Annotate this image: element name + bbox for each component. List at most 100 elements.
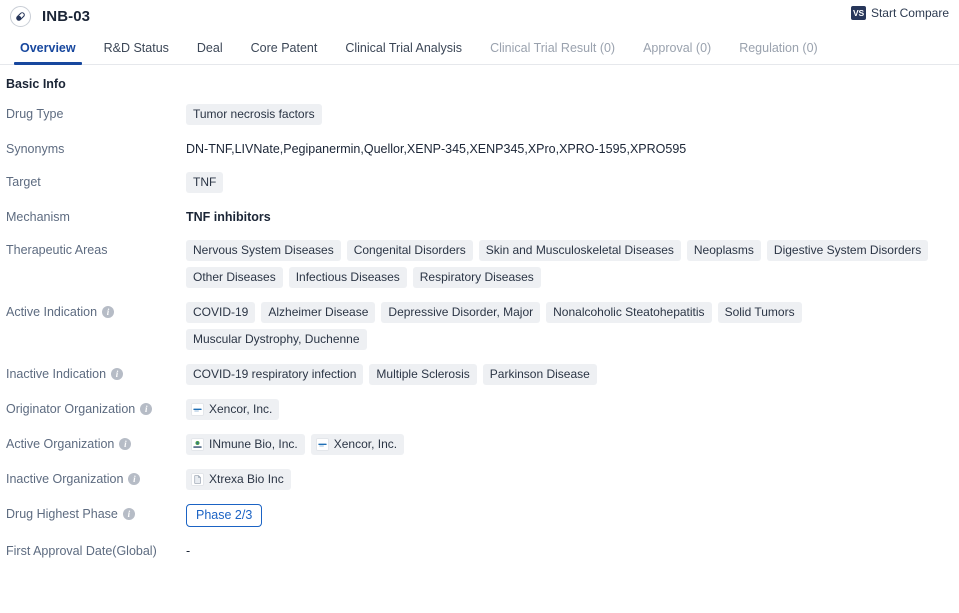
row-inactive-indication: Inactive Indication i COVID-19 respirato… bbox=[0, 363, 959, 385]
tag-item[interactable]: Tumor necrosis factors bbox=[186, 104, 322, 125]
tag-item[interactable]: Parkinson Disease bbox=[482, 364, 597, 385]
tab-regulation[interactable]: Regulation (0) bbox=[725, 41, 832, 64]
row-label-text: Originator Organization bbox=[6, 402, 136, 416]
row-label-therapeutic-areas: Therapeutic Areas bbox=[6, 239, 186, 258]
row-target: Target TNF bbox=[0, 171, 959, 193]
row-label-originator-organization: Originator Organization i bbox=[6, 398, 186, 417]
tag-item[interactable]: Alzheimer Disease bbox=[261, 302, 376, 323]
row-value-first-approval-date: - bbox=[186, 544, 191, 558]
tab-deal[interactable]: Deal bbox=[183, 41, 237, 64]
info-icon[interactable]: i bbox=[122, 508, 135, 520]
row-label-target: Target bbox=[6, 171, 186, 190]
info-icon[interactable]: i bbox=[111, 368, 124, 380]
row-label-text: Inactive Indication bbox=[6, 367, 107, 381]
row-label-text: Drug Highest Phase bbox=[6, 507, 118, 521]
tab-rd-status[interactable]: R&D Status bbox=[90, 41, 183, 64]
section-title-basic-info: Basic Info bbox=[6, 77, 66, 91]
org-name: Xencor, Inc. bbox=[333, 437, 398, 451]
overview-content: Basic Info Drug Type Tumor necrosis fact… bbox=[0, 65, 959, 560]
info-icon[interactable]: i bbox=[119, 438, 132, 450]
row-label-first-approval-date: First Approval Date(Global) bbox=[6, 540, 186, 559]
row-active-organization: Active Organization i INmune Bio, Inc. X… bbox=[0, 433, 959, 455]
vs-icon: VS bbox=[850, 6, 866, 20]
tag-item[interactable]: Muscular Dystrophy, Duchenne bbox=[186, 329, 367, 350]
xtrexa-bio-logo-icon bbox=[191, 472, 204, 486]
org-name: Xencor, Inc. bbox=[209, 402, 273, 416]
row-value-mechanism: TNF inhibitors bbox=[186, 210, 271, 224]
tag-item[interactable]: COVID-19 respiratory infection bbox=[186, 364, 364, 385]
tab-clinical-trial-result[interactable]: Clinical Trial Result (0) bbox=[476, 41, 629, 64]
row-label-mechanism: Mechanism bbox=[6, 206, 186, 225]
tag-item[interactable]: Depressive Disorder, Major bbox=[381, 302, 541, 323]
row-label-inactive-organization: Inactive Organization i bbox=[6, 468, 186, 487]
org-name: Xtrexa Bio Inc bbox=[209, 472, 284, 486]
tag-item[interactable]: Skin and Musculoskeletal Diseases bbox=[478, 240, 681, 261]
tag-item[interactable]: Digestive System Disorders bbox=[766, 240, 929, 261]
org-tag-item[interactable]: Xtrexa Bio Inc bbox=[186, 469, 291, 490]
row-mechanism: Mechanism TNF inhibitors bbox=[0, 206, 959, 226]
row-value-inactive-indication: COVID-19 respiratory infection Multiple … bbox=[186, 363, 959, 385]
row-drug-type: Drug Type Tumor necrosis factors bbox=[0, 103, 959, 125]
row-label-text: Synonyms bbox=[6, 142, 65, 156]
tag-item[interactable]: COVID-19 bbox=[186, 302, 256, 323]
start-compare-button[interactable]: VS Start Compare bbox=[850, 6, 949, 20]
row-label-text: Inactive Organization bbox=[6, 472, 124, 486]
tag-item[interactable]: Other Diseases bbox=[186, 267, 283, 288]
row-label-text: Active Indication bbox=[6, 305, 98, 319]
tag-item[interactable]: Nonalcoholic Steatohepatitis bbox=[546, 302, 712, 323]
row-label-active-indication: Active Indication i bbox=[6, 301, 186, 320]
row-value-active-organization: INmune Bio, Inc. Xencor, Inc. bbox=[186, 433, 959, 455]
tab-approval[interactable]: Approval (0) bbox=[629, 41, 725, 64]
org-tag-item[interactable]: Xencor, Inc. bbox=[186, 399, 280, 420]
row-drug-highest-phase: Drug Highest Phase i Phase 2/3 bbox=[0, 503, 959, 527]
row-value-target: TNF bbox=[186, 171, 959, 193]
row-active-indication: Active Indication i COVID-19 Alzheimer D… bbox=[0, 301, 959, 350]
tag-item[interactable]: Respiratory Diseases bbox=[412, 267, 541, 288]
row-therapeutic-areas: Therapeutic Areas Nervous System Disease… bbox=[0, 239, 959, 288]
xencor-logo-icon bbox=[191, 402, 204, 416]
start-compare-label: Start Compare bbox=[870, 6, 949, 20]
page-header: INB-03 VS Start Compare bbox=[0, 0, 959, 33]
row-label-synonyms: Synonyms bbox=[6, 138, 186, 157]
info-icon[interactable]: i bbox=[140, 403, 153, 415]
tag-item[interactable]: Nervous System Diseases bbox=[186, 240, 341, 261]
tab-clinical-trial-analysis[interactable]: Clinical Trial Analysis bbox=[331, 41, 476, 64]
org-tag-item[interactable]: INmune Bio, Inc. bbox=[186, 434, 305, 455]
row-label-active-organization: Active Organization i bbox=[6, 433, 186, 452]
row-label-text: Target bbox=[6, 175, 41, 189]
xencor-logo-icon bbox=[315, 437, 329, 451]
tag-item[interactable]: Neoplasms bbox=[686, 240, 761, 261]
row-value-drug-highest-phase: Phase 2/3 bbox=[186, 503, 959, 527]
row-label-text: Therapeutic Areas bbox=[6, 243, 108, 257]
row-value-originator-organization: Xencor, Inc. bbox=[186, 398, 959, 420]
tag-item[interactable]: Infectious Diseases bbox=[288, 267, 407, 288]
row-label-text: Mechanism bbox=[6, 210, 70, 224]
row-value-inactive-organization: Xtrexa Bio Inc bbox=[186, 468, 959, 490]
info-icon[interactable]: i bbox=[102, 306, 115, 318]
pill-capsule-icon bbox=[10, 6, 31, 27]
row-first-approval-date: First Approval Date(Global) - bbox=[0, 540, 959, 560]
row-label-text: First Approval Date(Global) bbox=[6, 544, 157, 558]
org-name: INmune Bio, Inc. bbox=[209, 437, 298, 451]
tag-item[interactable]: Multiple Sclerosis bbox=[369, 364, 477, 385]
tab-core-patent[interactable]: Core Patent bbox=[237, 41, 332, 64]
tab-overview[interactable]: Overview bbox=[6, 41, 90, 65]
row-synonyms: Synonyms DN-TNF,LIVNate,Pegipanermin,Que… bbox=[0, 138, 959, 158]
tag-item[interactable]: Congenital Disorders bbox=[346, 240, 473, 261]
row-label-drug-highest-phase: Drug Highest Phase i bbox=[6, 503, 186, 522]
org-tag-item[interactable]: Xencor, Inc. bbox=[310, 434, 405, 455]
info-icon[interactable]: i bbox=[128, 473, 141, 485]
tab-bar: Overview R&D Status Deal Core Patent Cli… bbox=[0, 33, 959, 65]
inmune-bio-logo-icon bbox=[191, 437, 204, 451]
row-originator-organization: Originator Organization i Xencor, Inc. bbox=[0, 398, 959, 420]
tag-item[interactable]: TNF bbox=[186, 172, 224, 193]
row-label-inactive-indication: Inactive Indication i bbox=[6, 363, 186, 382]
row-value-therapeutic-areas: Nervous System Diseases Congenital Disor… bbox=[186, 239, 959, 288]
row-value-drug-type: Tumor necrosis factors bbox=[186, 103, 959, 125]
status-badge[interactable]: Phase 2/3 bbox=[186, 504, 263, 527]
row-label-text: Drug Type bbox=[6, 107, 64, 121]
row-label-drug-type: Drug Type bbox=[6, 103, 186, 122]
tag-item[interactable]: Solid Tumors bbox=[717, 302, 802, 323]
row-value-active-indication: COVID-19 Alzheimer Disease Depressive Di… bbox=[186, 301, 959, 350]
row-label-text: Active Organization bbox=[6, 437, 115, 451]
